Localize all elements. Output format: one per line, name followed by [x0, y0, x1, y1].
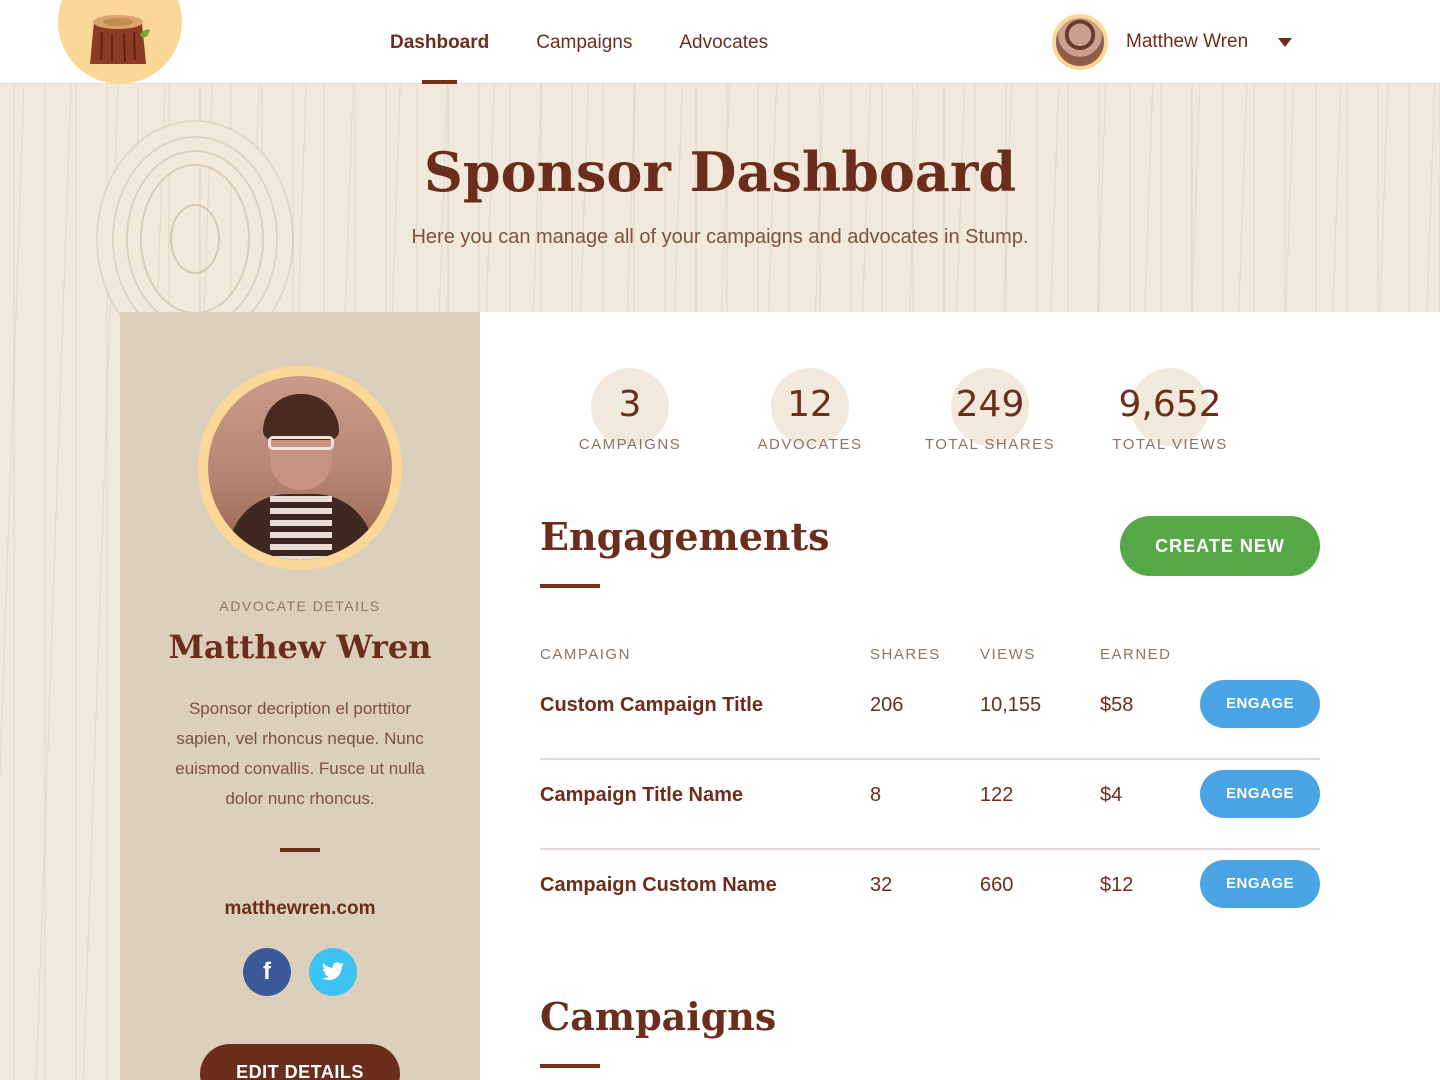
advocate-photo [198, 366, 402, 570]
create-new-button[interactable]: CREATE NEW [1120, 516, 1320, 576]
views-value: 10,155 [980, 694, 1042, 716]
advocate-divider [280, 848, 320, 852]
page-subtitle: Here you can manage all of your campaign… [411, 226, 1029, 248]
stat-value: 3 [618, 384, 642, 425]
earned-value: $58 [1100, 694, 1134, 716]
stat-label: ADVOCATES [757, 436, 863, 453]
nav-advocates[interactable]: Advocates [679, 0, 768, 84]
column-header-campaign: CAMPAIGN [540, 646, 631, 663]
advocate-card: ADVOCATE DETAILS Matthew Wren Sponsor de… [120, 312, 480, 1080]
nav-campaigns[interactable]: Campaigns [536, 0, 632, 84]
column-header-views: VIEWS [980, 646, 1036, 663]
engagements-rule [540, 584, 600, 588]
earned-value: $12 [1100, 874, 1134, 896]
campaign-name[interactable]: Custom Campaign Title [540, 694, 763, 717]
photo-glasses [268, 436, 334, 450]
tree-stump-logo-icon [90, 15, 150, 64]
stat-label: CAMPAIGNS [578, 436, 682, 453]
photo-shirt [270, 496, 332, 560]
campaign-name[interactable]: Campaign Custom Name [540, 874, 777, 897]
stat-label: TOTAL VIEWS [1112, 436, 1228, 453]
advocate-description: Sponsor decription el porttitor sapien, … [175, 699, 425, 808]
stat-total-shares: 249 TOTAL SHARES [900, 368, 1080, 458]
page-title: Sponsor Dashboard [423, 140, 1017, 204]
advocate-photo-image [208, 376, 392, 560]
earned-value: $4 [1100, 784, 1123, 806]
stat-value: 9,652 [1118, 384, 1222, 425]
photo-hair [263, 394, 339, 440]
user-menu[interactable]: Matthew Wren [1052, 14, 1293, 70]
top-navbar: Dashboard Campaigns Advocates Matthew Wr… [0, 0, 1440, 84]
shares-value: 32 [870, 874, 893, 896]
twitter-icon[interactable] [309, 948, 357, 996]
table-row: Custom Campaign Title 206 10,155 $58 ENG… [540, 670, 1320, 760]
edit-details-button[interactable]: EDIT DETAILS [200, 1044, 400, 1080]
views-value: 122 [980, 784, 1014, 806]
table-row: Campaign Custom Name 32 660 $12 ENGAGE [540, 850, 1320, 940]
engagements-title: Engagements [540, 514, 830, 559]
campaigns-title: Campaigns [540, 994, 777, 1039]
campaigns-rule [540, 1064, 600, 1068]
column-header-shares: SHARES [870, 646, 941, 663]
main-nav: Dashboard Campaigns Advocates [390, 0, 768, 84]
engage-button[interactable]: ENGAGE [1200, 770, 1320, 818]
nav-dashboard[interactable]: Dashboard [390, 0, 489, 84]
stat-value: 249 [955, 384, 1025, 425]
twitter-bird-icon [322, 962, 344, 981]
user-avatar [1052, 14, 1108, 70]
engage-button[interactable]: ENGAGE [1200, 680, 1320, 728]
dashboard-main-panel: 3 CAMPAIGNS 12 ADVOCATES 249 TOTAL SHARE… [480, 312, 1440, 1080]
views-value: 660 [980, 874, 1014, 896]
advocate-website-link[interactable]: matthewren.com [120, 898, 480, 920]
stat-label: TOTAL SHARES [924, 436, 1056, 453]
stat-campaigns: 3 CAMPAIGNS [540, 368, 720, 458]
advocate-details-label: ADVOCATE DETAILS [219, 598, 381, 614]
shares-value: 8 [870, 784, 882, 806]
stat-total-views: 9,652 TOTAL VIEWS [1080, 368, 1260, 458]
facebook-icon[interactable]: f [243, 948, 291, 996]
stat-value: 12 [787, 384, 833, 425]
campaign-name[interactable]: Campaign Title Name [540, 784, 743, 807]
column-header-earned: EARNED [1100, 646, 1172, 663]
shares-value: 206 [870, 694, 904, 716]
caret-down-icon [1278, 37, 1293, 47]
advocate-name: Matthew Wren [168, 628, 432, 666]
table-row: Campaign Title Name 8 122 $4 ENGAGE [540, 760, 1320, 850]
engage-button[interactable]: ENGAGE [1200, 860, 1320, 908]
user-name: Matthew Wren [1126, 31, 1249, 52]
stat-advocates: 12 ADVOCATES [720, 368, 900, 458]
